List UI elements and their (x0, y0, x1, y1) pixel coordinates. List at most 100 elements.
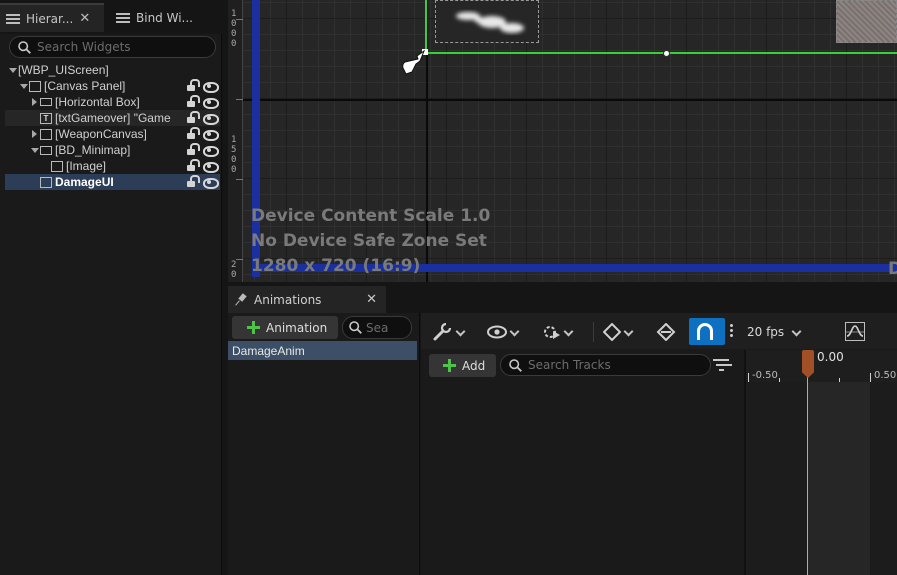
viewport-edge-text: D (888, 259, 897, 279)
animations-list-panel: Animation DamageAnim (228, 313, 420, 575)
playhead-scrubber[interactable] (802, 350, 814, 378)
wrench-icon (433, 322, 452, 340)
time-ruler-tick (870, 373, 871, 382)
key-options-button[interactable] (603, 318, 633, 345)
row-actions (186, 95, 219, 109)
canvas-panel-icon (40, 128, 52, 140)
tree-item-label: [WBP_UIScreen] (18, 63, 109, 77)
search-icon (18, 40, 31, 54)
animation-list-item[interactable]: DamageAnim (228, 341, 417, 360)
sequencer-panel: 20 fps Add -0.50 0.50 (421, 313, 897, 575)
selection-outline-bottom (425, 52, 897, 54)
anchor-icon[interactable] (400, 50, 426, 76)
chevron-down-icon[interactable] (19, 81, 29, 91)
filter-icon[interactable] (713, 358, 729, 372)
lock-icon[interactable] (186, 111, 200, 123)
visibility-eye-icon[interactable] (203, 79, 219, 93)
lock-icon[interactable] (186, 127, 200, 139)
ruler-tick (236, 179, 243, 180)
visibility-eye-icon[interactable] (203, 111, 219, 125)
user-widget-icon (40, 176, 52, 188)
timeline-area[interactable]: -0.50 0.50 0.00 (746, 350, 897, 575)
tab-bind-widgets-label: Bind Wi... (136, 10, 193, 25)
selection-outline-left (425, 0, 427, 53)
ruler-tick (236, 19, 243, 20)
visibility-eye-icon[interactable] (203, 127, 219, 141)
lock-icon[interactable] (186, 159, 200, 171)
ruler-label: 1 5 0 0 (231, 135, 237, 175)
playhead-time-label: 0.00 (817, 350, 844, 364)
visibility-eye-icon[interactable] (203, 95, 219, 109)
tree-item[interactable]: [Horizontal Box] (5, 94, 220, 110)
ruler-tick (236, 259, 243, 260)
animation-search-input[interactable] (366, 320, 410, 335)
add-track-label: Add (462, 358, 486, 373)
designer-viewport[interactable]: 1 0 0 0 1 5 0 0 2 0 Device Content Scale… (228, 0, 897, 282)
gear-play-icon (544, 325, 560, 339)
animation-search-field[interactable] (342, 316, 412, 339)
playback-options-button[interactable] (541, 318, 573, 345)
tab-hierarchy-label: Hierar... (26, 11, 74, 26)
ruler-label: 1 0 0 0 (231, 9, 237, 49)
add-animation-button[interactable]: Animation (232, 316, 338, 339)
visibility-eye-icon[interactable] (203, 175, 219, 189)
key-snap-button[interactable] (656, 318, 676, 345)
tree-item[interactable]: [WBP_UIScreen] (5, 62, 220, 78)
time-ruler-tick (779, 378, 780, 382)
visibility-eye-icon[interactable] (203, 159, 219, 173)
selection-resize-handle[interactable] (663, 50, 670, 57)
frame-rate-dropdown[interactable]: 20 fps (747, 318, 801, 345)
lock-icon[interactable] (186, 175, 200, 187)
search-tracks-field[interactable] (500, 354, 711, 376)
weapon-canvas-widget[interactable] (836, 0, 897, 43)
search-tracks-input[interactable] (528, 358, 698, 372)
key-snap-icon (656, 322, 676, 341)
tree-item[interactable]: T [txtGameover] "Game (5, 110, 220, 126)
chevron-down-icon[interactable] (30, 145, 40, 155)
lock-icon[interactable] (186, 79, 200, 91)
lock-icon[interactable] (186, 95, 200, 107)
toolbar-separator (593, 322, 594, 342)
close-icon[interactable]: ✕ (366, 292, 377, 307)
chevron-down-icon (793, 328, 801, 336)
tab-hierarchy[interactable]: Hierar... ✕ (0, 3, 104, 32)
resolution-text: 1280 x 720 (16:9) (251, 256, 421, 276)
plus-icon (247, 321, 260, 334)
tools-button[interactable] (433, 318, 465, 345)
lock-icon[interactable] (186, 143, 200, 155)
tree-item[interactable]: [BD_Minimap] (5, 142, 220, 158)
snap-toggle-button[interactable] (689, 318, 725, 345)
curve-editor-button[interactable] (845, 322, 865, 341)
plus-icon (443, 359, 456, 372)
tree-item[interactable]: [WeaponCanvas] (5, 126, 220, 142)
add-track-button[interactable]: Add (429, 354, 496, 377)
canvas-center-line-horizontal (243, 99, 897, 101)
search-widgets-field[interactable] (9, 36, 216, 58)
pin-icon[interactable] (235, 294, 247, 306)
tree-item[interactable]: DamageUI (5, 174, 220, 190)
device-safe-zone-text: No Device Safe Zone Set (251, 231, 487, 251)
image-widget-icon (51, 160, 63, 172)
tree-item[interactable]: [Canvas Panel] (5, 78, 220, 94)
tab-animations[interactable]: Animations ✕ (228, 286, 386, 313)
ruler-tick (236, 99, 243, 100)
chevron-down-icon[interactable] (8, 65, 18, 75)
playback-range (808, 382, 870, 575)
search-widgets-input[interactable] (37, 40, 207, 54)
visibility-eye-icon[interactable] (203, 143, 219, 157)
eye-icon (487, 325, 507, 338)
tree-item[interactable]: [Image] (5, 158, 220, 174)
more-options-icon[interactable] (728, 322, 734, 340)
close-icon[interactable]: ✕ (79, 11, 90, 26)
row-actions (186, 111, 219, 125)
chevron-right-icon[interactable] (30, 97, 40, 107)
vertical-ruler: 1 0 0 0 1 5 0 0 2 0 (228, 0, 243, 282)
chevron-right-icon[interactable] (30, 129, 40, 139)
text-widget-icon: T (40, 112, 52, 124)
search-icon (349, 321, 362, 334)
playhead-line (807, 355, 808, 575)
tab-bind-widgets[interactable]: Bind Wi... (110, 3, 222, 32)
border-widget-icon (40, 145, 52, 155)
view-options-button[interactable] (487, 318, 519, 345)
